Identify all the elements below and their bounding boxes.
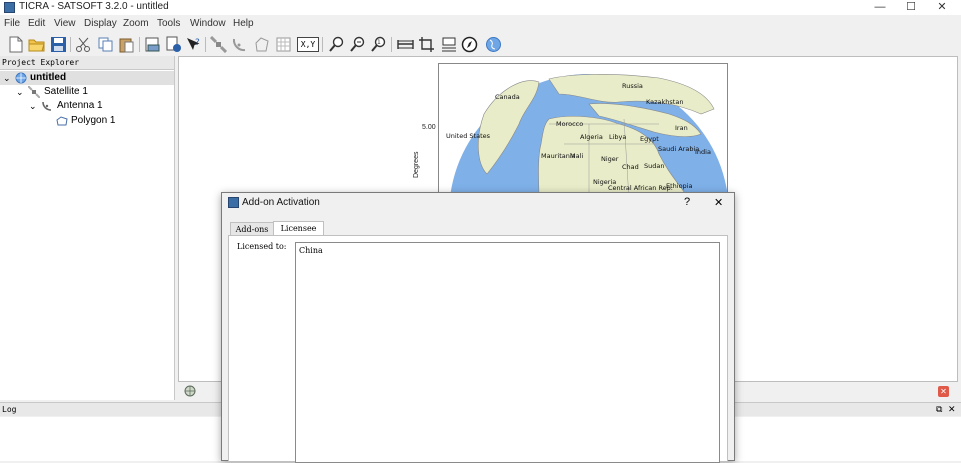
country-label: Canada (495, 93, 520, 101)
copy-icon[interactable] (97, 36, 114, 53)
country-label: Ethiopia (666, 182, 692, 190)
close-view-icon[interactable]: ✕ (938, 386, 949, 397)
tree-item-label: Satellite 1 (44, 86, 88, 97)
tree-item-polygon[interactable]: Polygon 1 (0, 114, 174, 128)
float-panel-icon[interactable]: ⧉ (936, 403, 942, 417)
scale-icon[interactable] (440, 36, 457, 53)
licensee-panel: Licensed to: China (228, 235, 728, 463)
country-label: Iran (675, 124, 688, 132)
licensed-to-field[interactable]: China (295, 242, 720, 463)
cut-icon[interactable] (75, 36, 92, 53)
svg-text:1: 1 (377, 39, 381, 46)
tree-item-untitled[interactable]: ⌄ untitled (0, 71, 174, 85)
help-button[interactable]: ? (684, 196, 690, 208)
globe-map: Russia Canada Kazakhstan United States M… (446, 74, 727, 199)
window-title: TICRA - SATSOFT 3.2.0 - untitled (19, 1, 169, 12)
country-label: Saudi Arabia (658, 145, 699, 153)
menu-edit[interactable]: Edit (28, 18, 45, 29)
country-label: Niger (601, 155, 619, 163)
plot-area[interactable]: Russia Canada Kazakhstan United States M… (438, 63, 728, 200)
menu-window[interactable]: Window (190, 18, 226, 29)
project-explorer-title: Project Explorer (0, 56, 174, 70)
country-label: Sudan (644, 162, 664, 170)
licensed-to-value: China (299, 246, 323, 255)
menu-view[interactable]: View (54, 18, 76, 29)
country-label: Chad (622, 163, 639, 171)
tree-item-satellite[interactable]: ⌄ Satellite 1 (0, 85, 174, 99)
save-icon[interactable] (50, 36, 67, 53)
zoom-reset-icon[interactable]: 1 (370, 36, 387, 53)
toolbar: ? X,Y 1 (0, 33, 961, 55)
satellite-icon (28, 86, 40, 98)
log-title: Log (2, 405, 17, 414)
country-label: Kazakhstan (646, 98, 683, 106)
zoom-out-icon[interactable] (349, 36, 366, 53)
crop-icon[interactable] (418, 36, 435, 53)
tree-item-label: untitled (30, 72, 67, 83)
chevron-down-icon[interactable]: ⌄ (29, 99, 37, 113)
country-label: Libya (609, 133, 626, 141)
tree-item-label: Polygon 1 (71, 115, 116, 126)
whats-this-icon[interactable]: ? (185, 36, 202, 53)
country-label: Egypt (640, 135, 659, 143)
add-on-activation-dialog: Add-on Activation ? ✕ Add-ons Licensee L… (221, 192, 735, 463)
country-label: Algeria (580, 133, 603, 141)
country-label: Mali (570, 152, 583, 160)
print-preview-icon[interactable] (144, 36, 161, 53)
dialog-app-icon (228, 197, 239, 208)
menu-file[interactable]: File (4, 18, 20, 29)
licensed-to-label: Licensed to: (237, 242, 287, 251)
compass-icon[interactable] (461, 36, 478, 53)
country-label: Central African Rep. (608, 184, 673, 192)
new-file-icon[interactable] (7, 36, 24, 53)
fit-width-icon[interactable] (397, 36, 414, 53)
globe-icon[interactable] (184, 385, 196, 397)
close-panel-icon[interactable]: ✕ (948, 403, 956, 417)
antenna-icon[interactable] (231, 36, 248, 53)
satellite-icon[interactable] (210, 36, 227, 53)
maximize-button[interactable]: ☐ (895, 0, 927, 15)
antenna-icon (42, 101, 52, 111)
y-axis-label: Degrees (413, 151, 420, 178)
y-tick-label: 5.00 (422, 124, 436, 131)
polygon-icon (56, 116, 68, 126)
minimize-button[interactable]: — (864, 0, 896, 15)
menu-zoom[interactable]: Zoom (123, 18, 149, 29)
country-label: Morocco (556, 120, 583, 128)
svg-text:?: ? (195, 38, 200, 48)
globe-icon (15, 72, 27, 84)
polygon-icon[interactable] (253, 36, 270, 53)
project-explorer: Project Explorer ⌄ untitled ⌄ Satellite … (0, 56, 175, 400)
tree-item-antenna[interactable]: ⌄ Antenna 1 (0, 99, 174, 113)
open-folder-icon[interactable] (28, 36, 45, 53)
close-button[interactable]: ✕ (926, 0, 958, 15)
chevron-down-icon[interactable]: ⌄ (16, 85, 24, 99)
tree-item-label: Antenna 1 (57, 100, 103, 111)
zoom-in-icon[interactable] (328, 36, 345, 53)
dialog-title: Add-on Activation (242, 197, 320, 208)
xy-coordinates-icon[interactable]: X,Y (297, 37, 319, 52)
grid-icon[interactable] (275, 36, 292, 53)
window-titlebar: TICRA - SATSOFT 3.2.0 - untitled — ☐ ✕ (0, 0, 961, 15)
globe-icon[interactable] (485, 36, 502, 53)
menu-bar: File Edit View Display Zoom Tools Window… (0, 16, 961, 33)
dialog-close-button[interactable]: ✕ (714, 196, 723, 209)
menu-display[interactable]: Display (84, 18, 117, 29)
paste-icon[interactable] (118, 36, 135, 53)
menu-tools[interactable]: Tools (157, 18, 180, 29)
tab-add-ons[interactable]: Add-ons (230, 222, 274, 236)
app-icon (4, 2, 15, 13)
tab-licensee[interactable]: Licensee (273, 221, 324, 236)
country-label: United States (446, 132, 491, 140)
document-info-icon[interactable] (165, 36, 182, 53)
menu-help[interactable]: Help (233, 18, 254, 29)
country-label: India (695, 148, 711, 156)
country-label: Russia (622, 82, 643, 90)
chevron-down-icon[interactable]: ⌄ (3, 71, 11, 85)
